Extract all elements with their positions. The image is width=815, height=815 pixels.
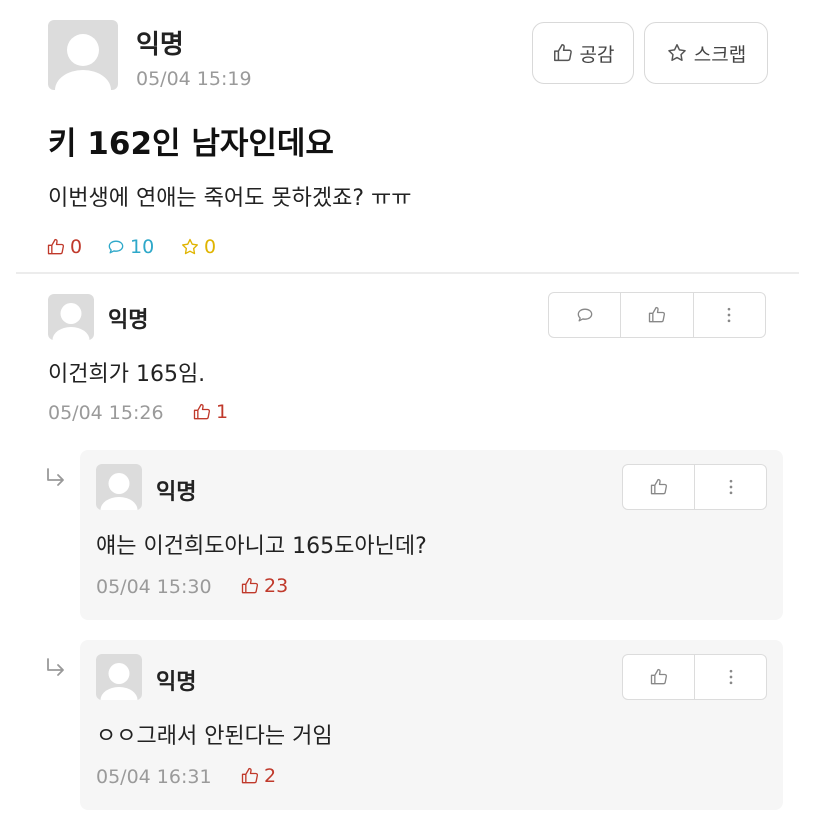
reply-more-button[interactable] <box>694 465 766 509</box>
reply-timestamp: 05/04 15:30 <box>96 576 212 598</box>
thumbs-up-icon <box>649 667 669 687</box>
speech-bubble-icon <box>106 237 126 257</box>
thumbs-up-icon <box>552 42 574 64</box>
star-icon <box>666 42 688 64</box>
reply: 익명 얘는 이건희도아니고 165도아닌데? 05/04 15:30 23 <box>80 450 783 620</box>
reply-actions <box>622 464 767 510</box>
comment-count: 10 <box>106 236 154 258</box>
thumbs-up-icon <box>46 237 66 257</box>
reply-text: 얘는 이건희도아니고 165도아닌데? <box>96 534 427 559</box>
reply-avatar <box>96 654 142 700</box>
scrap-button[interactable]: 스크랩 <box>644 22 768 84</box>
thumbs-up-icon <box>649 477 669 497</box>
more-vertical-icon <box>719 305 739 325</box>
comment-avatar <box>48 294 94 340</box>
post-author: 익명 <box>136 30 184 60</box>
star-icon <box>180 237 200 257</box>
reply-like-count-value: 2 <box>264 765 277 787</box>
reply-like-count-value: 23 <box>264 575 289 597</box>
reply-actions <box>622 654 767 700</box>
scrap-count-value: 0 <box>204 236 217 258</box>
reply-author: 익명 <box>156 480 197 505</box>
post-title: 키 162인 남자인데요 <box>48 126 334 162</box>
more-vertical-icon <box>721 477 741 497</box>
like-count: 0 <box>46 236 82 258</box>
thumbs-up-icon <box>240 576 260 596</box>
thumbs-up-icon <box>192 402 212 422</box>
comment-text: 이건희가 165임. <box>48 362 206 387</box>
comment-like-button[interactable] <box>620 293 692 337</box>
like-button-label: 공감 <box>579 43 615 66</box>
thumbs-up-icon <box>240 766 260 786</box>
reply-like-button[interactable] <box>623 465 694 509</box>
reply-like-button[interactable] <box>623 655 694 699</box>
comment-more-button[interactable] <box>692 293 765 337</box>
comment-actions <box>548 292 766 338</box>
like-button[interactable]: 공감 <box>532 22 634 84</box>
comment-like-count: 1 <box>192 401 228 423</box>
reply: 익명 ㅇㅇ그래서 안된다는 거임 05/04 16:31 2 <box>80 640 783 810</box>
post-timestamp: 05/04 15:19 <box>136 68 252 90</box>
more-vertical-icon <box>721 667 741 687</box>
reply-author: 익명 <box>156 670 197 695</box>
comment-timestamp: 05/04 15:26 <box>48 402 164 424</box>
comment-count-value: 10 <box>130 236 155 258</box>
post-divider <box>16 272 799 274</box>
like-count-value: 0 <box>70 236 83 258</box>
post-body: 이번생에 연애는 죽어도 못하겠죠? ㅠㅠ <box>48 186 412 211</box>
reply-arrow-icon <box>44 656 68 680</box>
reply-avatar <box>96 464 142 510</box>
thumbs-up-icon <box>647 305 667 325</box>
reply-timestamp: 05/04 16:31 <box>96 766 212 788</box>
reply-button[interactable] <box>549 293 620 337</box>
scrap-button-label: 스크랩 <box>693 43 747 66</box>
post-avatar <box>48 20 118 90</box>
reply-like-count: 23 <box>240 575 288 597</box>
comment-like-count-value: 1 <box>216 401 229 423</box>
scrap-count: 0 <box>180 236 216 258</box>
comment-author: 익명 <box>108 308 149 333</box>
speech-bubble-icon <box>575 305 595 325</box>
reply-more-button[interactable] <box>694 655 766 699</box>
reply-like-count: 2 <box>240 765 276 787</box>
reply-text: ㅇㅇ그래서 안된다는 거임 <box>96 724 333 749</box>
reply-arrow-icon <box>44 466 68 490</box>
